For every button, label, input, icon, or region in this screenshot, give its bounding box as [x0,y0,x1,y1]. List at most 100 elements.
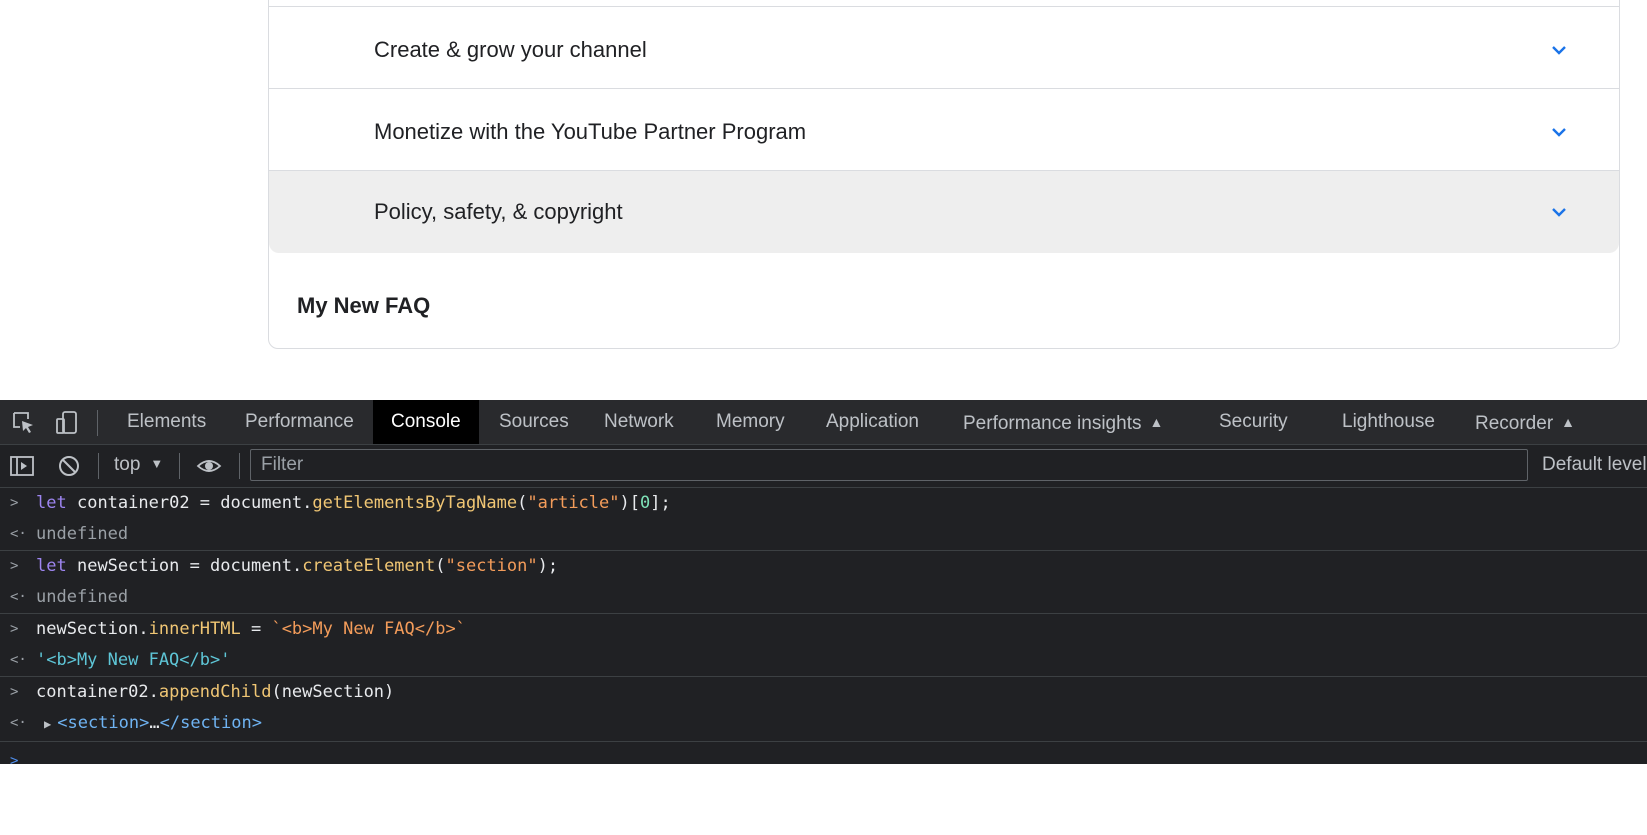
code-token: ); [537,556,559,576]
tab-lighthouse[interactable]: Lighthouse [1324,400,1453,444]
console-result-line: <· undefined [0,582,1647,613]
code-token: "section" [445,556,538,576]
new-faq-section: My New FAQ [297,293,431,318]
divider [98,453,99,479]
context-selector[interactable]: top ▼ [114,454,163,476]
code-token: appendChild [158,682,272,702]
devtools-panel: Elements Performance Console Sources Net… [0,400,1647,769]
accordion-label: Create & grow your channel [374,36,647,62]
tab-performance-insights[interactable]: Performance insights ▲ [945,400,1181,444]
code-token: ( [271,682,282,702]
accordion-item-create-grow[interactable]: Create & grow your channel [269,6,1619,92]
code-token: getElementsByTagName [312,493,518,513]
divider [179,453,180,479]
code-token: = [240,619,272,639]
accordion-item-policy[interactable]: Policy, safety, & copyright [269,170,1619,253]
code-token: . [302,493,313,513]
code-token: ]; [650,493,671,513]
tag-ellipsis: … [149,713,160,733]
input-prompt-icon: > [10,558,19,574]
expandable-node[interactable]: ▶ <section>…</section> [44,708,262,740]
divider [97,410,98,436]
code-token: createElement [302,556,436,576]
code-token: . [138,619,149,639]
accordion-label: Policy, safety, & copyright [374,199,623,224]
input-prompt-icon: > [10,495,19,511]
tab-console[interactable]: Console [373,400,479,444]
tab-security[interactable]: Security [1201,400,1306,444]
console-entry: > container02.appendChild(newSection) <·… [0,677,1647,742]
code-token: . [148,682,159,702]
log-levels-dropdown[interactable]: Default levels [1542,454,1647,476]
sidebar-toggle-icon[interactable] [9,453,35,479]
divider [239,453,240,479]
code-token: ) [384,682,395,702]
result-arrow-icon: <· [10,589,27,605]
accordion-item-monetize[interactable]: Monetize with the YouTube Partner Progra… [269,88,1619,174]
tab-label: Recorder [1475,413,1554,434]
code-token: newSection [281,682,385,702]
code-token: let [36,493,67,513]
device-toolbar-icon[interactable] [54,410,80,436]
console-entry: > newSection.innerHTML = `<b>My New FAQ<… [0,614,1647,677]
console-result-line: <· '<b>My New FAQ</b>' [0,645,1647,676]
faq-card: Create & grow your channel Monetize with… [268,0,1620,349]
accordion-label: Monetize with the YouTube Partner Progra… [374,118,807,144]
eye-icon[interactable] [196,453,222,479]
tab-elements[interactable]: Elements [109,400,224,444]
expand-triangle-icon[interactable]: ▶ [44,709,51,740]
code-token: `<b>My New FAQ</b>` [271,619,466,639]
code-token: document [210,556,292,576]
code-token: innerHTML [148,619,241,639]
console-result-line: <· ▶ <section>…</section> [0,708,1647,741]
console-messages: > let container02 = document.getElements… [0,488,1647,769]
result-value: undefined [36,524,129,544]
code-token: newSection [36,619,139,639]
code-token: = [179,556,211,576]
console-toolbar: top ▼ Default levels [0,445,1647,488]
inspect-element-icon[interactable] [11,410,37,436]
code-token: container02 [76,493,190,513]
tab-recorder[interactable]: Recorder ▲ [1457,400,1593,444]
tab-label: Performance insights [963,413,1142,434]
code-token: ( [435,556,446,576]
tab-application[interactable]: Application [808,400,937,444]
code-token: container02 [36,682,149,702]
chevron-down-icon [1552,127,1566,137]
tag-close: </section> [159,713,262,733]
console-entry: > let newSection = document.createElemen… [0,551,1647,614]
console-prompt[interactable]: > [0,742,1647,769]
filter-input[interactable] [250,449,1528,481]
code-token: . [291,556,303,576]
context-label: top [114,454,141,475]
code-token: )[ [619,493,640,513]
code-token: "article" [527,493,620,513]
input-prompt-icon: > [10,684,19,700]
tab-network[interactable]: Network [586,400,692,444]
experiment-flask-icon: ▲ [1149,414,1164,430]
console-input-line: > let newSection = document.createElemen… [0,551,1647,582]
tab-memory[interactable]: Memory [698,400,803,444]
result-arrow-icon: <· [10,715,27,731]
result-arrow-icon: <· [10,526,27,542]
tab-sources[interactable]: Sources [481,400,587,444]
input-prompt-icon: > [10,621,19,637]
result-value: '<b>My New FAQ</b>' [36,650,231,670]
tab-performance[interactable]: Performance [227,400,372,444]
prompt-caret-icon: > [10,753,19,769]
chevron-down-icon [1552,45,1566,55]
code-token: 0 [639,493,651,513]
console-result-line: <· undefined [0,519,1647,550]
clear-console-icon[interactable] [56,453,82,479]
chevron-down-icon [1552,208,1566,217]
result-arrow-icon: <· [10,652,27,668]
result-value: undefined [36,587,129,607]
code-token: let [36,556,67,576]
devtools-tab-bar: Elements Performance Console Sources Net… [0,400,1647,445]
code-token: newSection [76,556,180,576]
console-input-line: > let container02 = document.getElements… [0,488,1647,519]
experiment-flask-icon: ▲ [1561,414,1576,430]
page-content: Create & grow your channel Monetize with… [0,0,1647,400]
console-input-line: > container02.appendChild(newSection) [0,677,1647,708]
code-token: document [220,493,303,513]
